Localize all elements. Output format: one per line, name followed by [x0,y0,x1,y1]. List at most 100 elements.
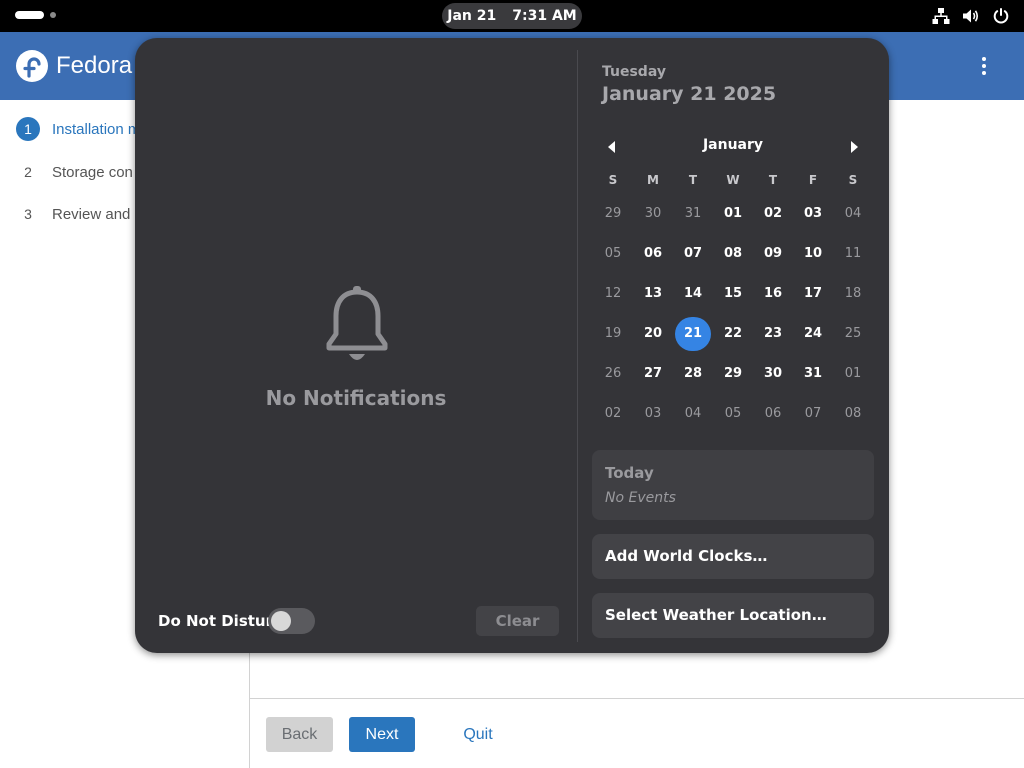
calendar-day-number: 01 [723,206,743,221]
calendar-day[interactable]: 12 [593,277,633,311]
calendar-day[interactable]: 08 [713,237,753,271]
calendar-day[interactable]: 03 [633,397,673,431]
calendar-day[interactable]: 06 [633,237,673,271]
calendar-day-number: 06 [643,246,663,261]
calendar-day[interactable]: 25 [833,317,873,351]
calendar-day[interactable]: 05 [593,237,633,271]
calendar-day[interactable]: 06 [753,397,793,431]
calendar-day-number: 07 [804,406,822,421]
clock-time: 7:31 AM [512,8,577,24]
weekday-header: M [647,173,659,187]
do-not-disturb-toggle[interactable] [268,608,315,634]
calendar-day[interactable]: 20 [633,317,673,351]
calendar-day[interactable]: 19 [593,317,633,351]
calendar-day-number: 30 [763,366,783,381]
calendar-day[interactable]: 02 [593,397,633,431]
weekday-header: T [688,173,698,187]
calendar-day[interactable]: 27 [633,357,673,391]
select-weather-location-button[interactable]: Select Weather Location… [592,593,874,638]
calendar-day[interactable]: 17 [793,277,833,311]
calendar-day-number: 24 [803,326,823,341]
calendar-day[interactable]: 13 [633,277,673,311]
select-weather-location-label: Select Weather Location… [605,606,827,624]
calendar-day[interactable]: 23 [753,317,793,351]
calendar-day-number: 30 [644,206,662,221]
calendar-day-number: 14 [683,286,703,301]
activities-button[interactable] [15,11,56,19]
calendar-day[interactable]: 18 [833,277,873,311]
calendar-day[interactable]: 10 [793,237,833,271]
events-section[interactable]: Today No Events [592,450,874,520]
calendar-day-number: 11 [844,246,862,261]
footer-divider [250,698,1024,699]
calendar-day-number: 06 [764,406,782,421]
quit-button[interactable]: Quit [449,717,507,752]
add-world-clocks-button[interactable]: Add World Clocks… [592,534,874,579]
calendar-full-date[interactable]: January 21 2025 [602,83,776,105]
calendar-day[interactable]: 28 [673,357,713,391]
calendar-day-number: 05 [724,406,742,421]
calendar-day[interactable]: 30 [633,197,673,231]
calendar-day[interactable]: 07 [793,397,833,431]
previous-month-button[interactable] [602,138,622,156]
calendar-day[interactable]: 16 [753,277,793,311]
step-label: Installation m [52,120,141,138]
calendar-day[interactable]: 04 [833,197,873,231]
calendar-day-number: 03 [803,206,823,221]
calendar-day-number: 29 [723,366,743,381]
weekday-header: W [726,173,740,187]
clock-date: Jan 21 [447,8,497,24]
calendar-day[interactable]: 26 [593,357,633,391]
power-icon [992,7,1010,25]
calendar-day[interactable]: 14 [673,277,713,311]
next-month-button[interactable] [844,138,864,156]
system-tray[interactable] [932,7,1010,25]
calendar-day-number: 02 [604,406,622,421]
calendar-day-number: 16 [763,286,783,301]
weekday-header: S [848,173,858,187]
next-button[interactable]: Next [349,717,415,752]
calendar-day[interactable]: 01 [713,197,753,231]
calendar-day-number: 08 [844,406,862,421]
calendar-day-number: 27 [643,366,663,381]
calendar-day-number: 20 [643,326,663,341]
calendar-day[interactable]: 02 [753,197,793,231]
calendar-day[interactable]: 03 [793,197,833,231]
calendar-day[interactable]: 07 [673,237,713,271]
calendar-day[interactable]: 15 [713,277,753,311]
bell-icon [326,286,388,360]
calendar-day[interactable]: 09 [753,237,793,271]
calendar-day-number: 25 [844,326,862,341]
back-button[interactable]: Back [266,717,333,752]
calendar-day-number: 18 [844,286,862,301]
calendar-day[interactable]: 30 [753,357,793,391]
events-empty-label: No Events [605,490,676,506]
date-time-button[interactable]: Jan 21 7:31 AM [442,3,582,29]
weekday-header: T [768,173,778,187]
calendar-day-number: 21 [675,317,711,351]
calendar-day-number: 15 [723,286,743,301]
calendar-day[interactable]: 31 [793,357,833,391]
calendar-day[interactable]: 29 [593,197,633,231]
clear-notifications-button[interactable]: Clear [476,606,559,636]
step-label: Storage con [52,163,133,181]
calendar-day[interactable]: 24 [793,317,833,351]
calendar-day[interactable]: 01 [833,357,873,391]
calendar-day-today[interactable]: 21 [673,317,713,351]
calendar-day-number: 12 [604,286,622,301]
fedora-logo-icon [16,50,48,82]
toggle-knob [271,611,291,631]
calendar-day[interactable]: 29 [713,357,753,391]
calendar-weekday[interactable]: Tuesday [602,64,666,80]
calendar-day[interactable]: 11 [833,237,873,271]
calendar-day[interactable]: 05 [713,397,753,431]
calendar-day[interactable]: 08 [833,397,873,431]
calendar-day-number: 04 [684,406,702,421]
calendar-day-number: 01 [844,366,862,381]
step-number: 1 [16,117,40,141]
calendar-day[interactable]: 31 [673,197,713,231]
calendar-day[interactable]: 04 [673,397,713,431]
kebab-menu-icon[interactable] [974,54,994,78]
weekday-header: S [608,173,618,187]
calendar-day[interactable]: 22 [713,317,753,351]
